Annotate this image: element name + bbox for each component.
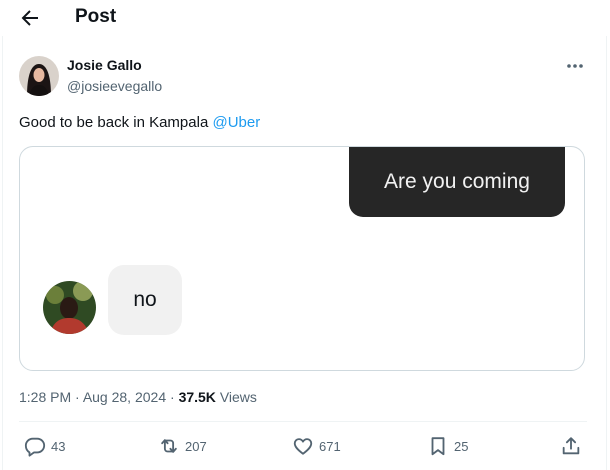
column-border-left (2, 36, 3, 470)
like-count: 671 (319, 438, 341, 454)
post-date[interactable]: Aug 28, 2024 (83, 389, 166, 405)
author-name[interactable]: Josie Gallo (67, 57, 142, 73)
like-button[interactable]: 671 (292, 434, 341, 458)
back-arrow-icon[interactable] (18, 6, 42, 30)
views-count: 37.5K (178, 389, 216, 405)
page-title: Post (75, 6, 117, 27)
bookmark-count: 25 (454, 438, 469, 454)
tweet-text: Good to be back in Kampala @Uber (19, 114, 260, 131)
repost-button[interactable]: 207 (158, 434, 207, 458)
more-options-icon[interactable] (563, 56, 587, 76)
share-button[interactable] (560, 434, 587, 458)
bookmark-icon (431, 437, 445, 456)
driver-avatar (43, 281, 96, 334)
sent-message-bubble: Are you coming (349, 147, 565, 217)
reply-count: 43 (51, 438, 66, 454)
divider (19, 421, 587, 422)
repost-count: 207 (185, 438, 207, 454)
media-card[interactable]: Are you coming no (19, 146, 585, 371)
bookmark-button[interactable]: 25 (427, 434, 468, 458)
post-header: Post (0, 0, 610, 36)
views-label: Views (219, 389, 257, 405)
post-meta: 1:28 PM · Aug 28, 2024 · 37.5K Views (19, 389, 257, 405)
tweet-body: Good to be back in Kampala (19, 114, 213, 131)
repost-icon (161, 439, 177, 453)
column-border-right (606, 36, 607, 470)
mention-link[interactable]: @Uber (212, 114, 260, 131)
author-handle[interactable]: @josieevegallo (67, 78, 162, 94)
reply-icon (24, 437, 46, 457)
heart-icon (293, 438, 313, 455)
post-time[interactable]: 1:28 PM (19, 389, 71, 405)
reply-message-bubble: no (108, 265, 182, 335)
share-icon (562, 437, 580, 455)
reply-button[interactable]: 43 (24, 434, 65, 458)
author-avatar[interactable] (19, 56, 59, 96)
